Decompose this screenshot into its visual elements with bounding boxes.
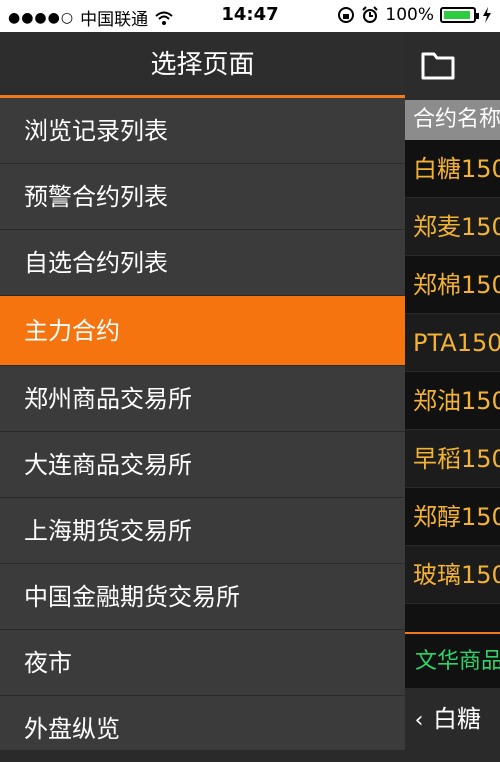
menu-item-shanghai-futures-exchange[interactable]: 上海期货交易所 xyxy=(0,498,405,564)
page-selector-drawer: 选择页面 浏览记录列表 预警合约列表 自选合约列表 主力合约 郑州商品交易所 大… xyxy=(0,32,405,762)
battery-percent: 100% xyxy=(385,5,434,25)
drawer-title: 选择页面 xyxy=(0,32,405,98)
menu-item-zhengzhou-exchange[interactable]: 郑州商品交易所 xyxy=(0,366,405,432)
menu-item-cffex[interactable]: 中国金融期货交易所 xyxy=(0,564,405,630)
charging-icon xyxy=(483,7,491,23)
table-row[interactable]: 玻璃150 xyxy=(405,546,500,604)
table-row[interactable]: 白糖150 xyxy=(405,140,500,198)
menu-item-alert-contracts[interactable]: 预警合约列表 xyxy=(0,164,405,230)
table-row[interactable]: 郑棉150 xyxy=(405,256,500,314)
battery-icon xyxy=(440,7,479,23)
menu-item-browse-history[interactable]: 浏览记录列表 xyxy=(0,98,405,164)
current-contract-label: 白糖 xyxy=(433,705,481,733)
table-row[interactable]: PTA150 xyxy=(405,314,500,372)
menu-item-dalian-exchange[interactable]: 大连商品交易所 xyxy=(0,432,405,498)
menu-item-night-market[interactable]: 夜市 xyxy=(0,630,405,696)
wenhua-commodity-label: 文华商品 xyxy=(405,632,500,688)
chevron-left-icon[interactable]: ‹ xyxy=(405,690,433,750)
table-row[interactable]: 郑油150 xyxy=(405,372,500,430)
table-row[interactable]: 郑醇150 xyxy=(405,488,500,546)
table-row[interactable]: 早稻150 xyxy=(405,430,500,488)
folder-icon[interactable] xyxy=(421,50,455,80)
table-row[interactable]: 郑麦150 xyxy=(405,198,500,256)
menu-item-main-contracts[interactable]: 主力合约 xyxy=(0,296,405,366)
bottom-nav-bar: ‹ 白糖 xyxy=(405,688,500,750)
column-header-contract-name: 合约名称 xyxy=(405,100,500,140)
contract-list-panel: 合约名称 白糖150 郑麦150 郑棉150 PTA150 郑油150 早稻15… xyxy=(405,32,500,750)
status-bar: ●●●●○ 中国联通 14:47 100% xyxy=(0,0,500,32)
menu-item-overseas-overview[interactable]: 外盘纵览 xyxy=(0,696,405,762)
menu-item-watchlist-contracts[interactable]: 自选合约列表 xyxy=(0,230,405,296)
alarm-icon xyxy=(362,6,379,23)
panel-toolbar xyxy=(405,32,500,100)
rotation-lock-icon xyxy=(338,7,355,23)
